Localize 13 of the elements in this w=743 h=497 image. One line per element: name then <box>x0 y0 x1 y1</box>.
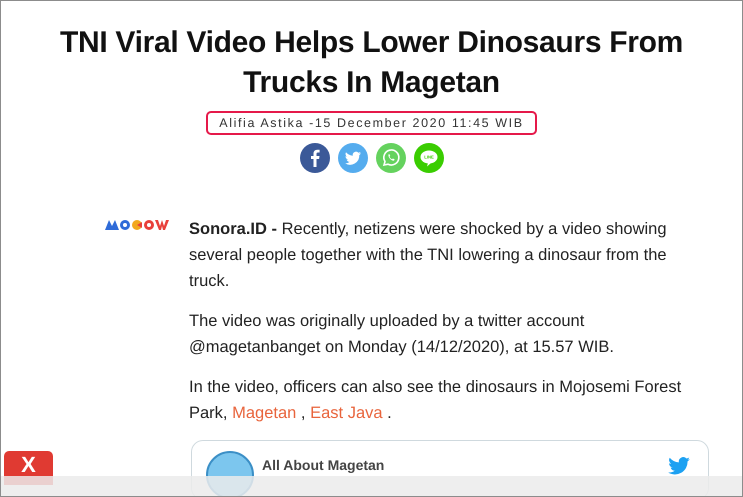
tweet-account-name: All About Magetan <box>262 457 384 473</box>
article-paragraph: In the video, officers can also see the dinosaurs in Mojosemi Forest Park, Magetan , East Java . <box>189 377 682 424</box>
bird-icon <box>668 457 690 475</box>
brand-logo-icon <box>105 218 169 230</box>
article-link[interactable]: East Java <box>310 404 383 422</box>
twitter-share-icon[interactable] <box>338 143 368 173</box>
article-paragraph: Sonora.ID - Recently, netizens were shocked by a video showing several people together with the TNI lowering a dinosaur from the truck. <box>189 219 668 292</box>
article-byline: Alifia Astika -15 December 2020 11:45 WIB <box>206 111 537 135</box>
whatsapp-share-icon[interactable] <box>376 143 406 173</box>
facebook-share-icon[interactable] <box>300 143 330 173</box>
article-paragraph: The video was originally uploaded by a twitter account @magetanbanget on Monday (14/12/2020), at 15.57 WIB. <box>189 311 615 358</box>
article-link[interactable]: Magetan <box>232 404 296 422</box>
article-title: TNI Viral Video Helps Lower Dinosaurs From Trucks In Magetan <box>58 25 684 101</box>
